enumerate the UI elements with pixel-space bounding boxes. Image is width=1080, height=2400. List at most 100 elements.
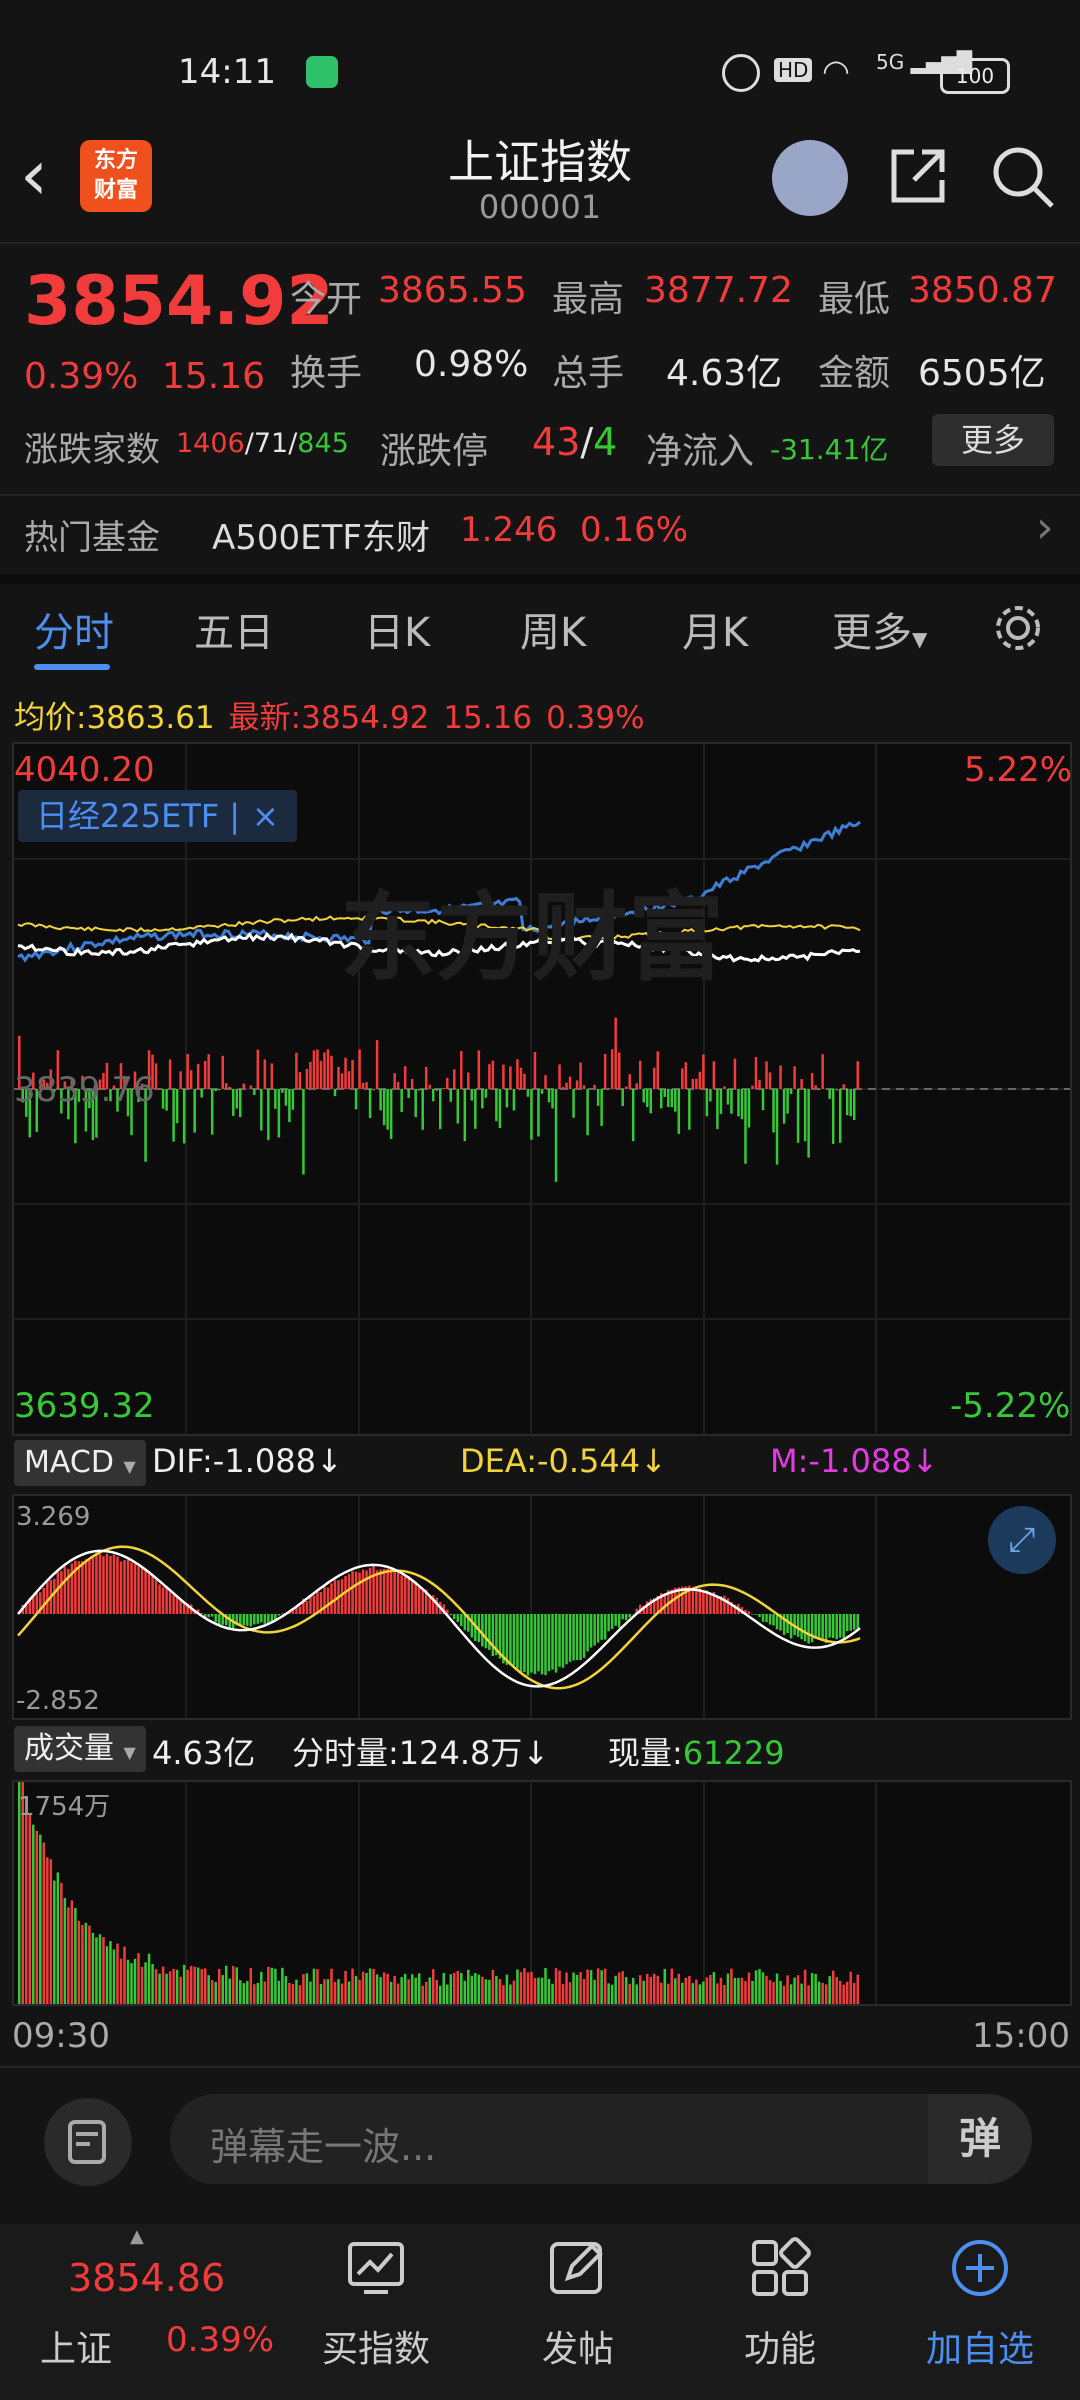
volume-bar-mark: [572, 1972, 575, 2004]
bar-mark: [260, 1089, 263, 1131]
bar-mark: [561, 1086, 565, 1089]
volume-bar-mark: [614, 1975, 617, 2004]
macd-bar-mark: [246, 1614, 249, 1626]
index-ticker[interactable]: 3854.86 上证 0.39%: [0, 2224, 290, 2400]
macd-bar-mark: [838, 1614, 842, 1638]
macd-bar-mark: [119, 1561, 123, 1614]
search-icon[interactable]: [990, 144, 1056, 210]
macd-dif: DIF:-1.088↓: [152, 1442, 343, 1480]
tab-more[interactable]: 更多▼: [832, 600, 927, 658]
bar-mark: [754, 1057, 758, 1089]
macd-bar-mark: [803, 1614, 807, 1642]
bar-mark: [624, 1086, 628, 1089]
bar-mark: [572, 1089, 575, 1118]
volume-bar-mark: [274, 1968, 277, 2004]
barrage-input[interactable]: 弹幕走一波... 弹: [170, 2094, 1032, 2184]
tab-daily-k[interactable]: 日K: [364, 600, 430, 658]
nav-functions[interactable]: 功能: [700, 2224, 860, 2400]
bar-mark: [586, 1089, 589, 1136]
volume-bar-mark: [740, 1977, 744, 2004]
bar-mark: [368, 1089, 372, 1119]
bar-mark: [730, 1089, 733, 1114]
bar-mark: [726, 1089, 730, 1105]
volume-bar-mark: [775, 1973, 779, 2004]
macd-bar-mark: [537, 1614, 540, 1672]
macd-select[interactable]: MACD ▼: [14, 1440, 146, 1486]
tab-monthly-k[interactable]: 月K: [682, 600, 748, 658]
volume-bar-mark: [505, 1974, 509, 2004]
compare-tag[interactable]: 日经225ETF | ×: [18, 790, 297, 842]
volume-bar-mark: [368, 1968, 372, 2004]
bar-mark: [323, 1052, 326, 1089]
volume-bar-mark: [568, 1982, 572, 2004]
macd-bar-mark: [530, 1614, 533, 1673]
volume-bar-mark: [375, 1974, 379, 2004]
volume-bar-mark: [267, 1966, 270, 2004]
nav-buy-index[interactable]: 买指数: [296, 2224, 456, 2400]
battery-charging-icon: [306, 56, 338, 88]
volume-bar-mark: [35, 1830, 39, 2004]
macd-bar-mark: [828, 1614, 831, 1638]
intraday-chart[interactable]: [12, 742, 1072, 1436]
volume-bar-mark: [263, 1981, 267, 2004]
macd-chart[interactable]: [12, 1494, 1072, 1720]
volume-select[interactable]: 成交量 ▼: [14, 1726, 146, 1772]
bar-mark: [765, 1061, 768, 1089]
bar-mark: [565, 1082, 568, 1089]
volume-bar-mark: [516, 1969, 519, 2004]
volume-bar-mark: [288, 1982, 291, 2004]
volume-bar-mark: [253, 1984, 256, 2004]
turnover-label: 换手: [290, 353, 363, 394]
volume-bar-mark: [796, 1975, 800, 2004]
nav-add-watchlist[interactable]: 加自选: [900, 2224, 1060, 2400]
tab-intraday[interactable]: 分时: [34, 600, 114, 658]
macd-bar-mark: [561, 1614, 565, 1668]
volume-bar-mark: [84, 1922, 88, 2004]
volume-bar-mark: [474, 1972, 477, 2004]
volume-chart[interactable]: [12, 1780, 1072, 2006]
settings-gear-icon[interactable]: [990, 600, 1046, 656]
comment-list-icon[interactable]: [44, 2098, 132, 2186]
intraday-info: 均价:3863.61 最新:3854.92 15.16 0.39%: [14, 700, 645, 736]
netflow-label: 净流入: [646, 431, 755, 472]
macd-bar-mark: [88, 1559, 91, 1614]
bar-mark: [319, 1060, 323, 1089]
volume-bar-mark: [852, 1982, 856, 2004]
bar-mark: [309, 1061, 312, 1089]
hot-fund-row[interactable]: 热门基金 A500ETF东财 1.246 0.16% ›: [0, 500, 1080, 570]
robot-assistant-icon[interactable]: [772, 140, 848, 216]
volume-bar-mark: [835, 1976, 838, 2004]
volume-bar-mark: [403, 1973, 407, 2004]
macd-bar-mark: [621, 1614, 624, 1620]
expand-icon[interactable]: ⤢: [988, 1506, 1056, 1574]
current-price: 3854.92: [24, 262, 334, 341]
barrage-toggle-icon[interactable]: 弹: [928, 2094, 1032, 2184]
tab-weekly-k[interactable]: 周K: [520, 600, 586, 658]
volume-bar-mark: [354, 1975, 358, 2004]
bar-mark: [744, 1089, 747, 1164]
bar-mark: [793, 1066, 796, 1089]
share-icon[interactable]: [886, 144, 950, 208]
bar-mark: [684, 1062, 688, 1089]
macd-bar-mark: [421, 1588, 424, 1614]
macd-bar-mark: [91, 1555, 95, 1614]
close-icon[interactable]: ×: [252, 797, 279, 835]
macd-bar-mark: [102, 1556, 105, 1614]
volume-bar-mark: [95, 1937, 98, 2004]
bar-mark: [653, 1067, 656, 1089]
volume-bar-mark: [326, 1979, 330, 2004]
amount-value: 6505亿: [918, 353, 1046, 394]
bar-mark: [417, 1089, 421, 1091]
macd-bar-mark: [379, 1569, 382, 1614]
bar-mark: [698, 1071, 702, 1089]
tab-five-day[interactable]: 五日: [194, 600, 274, 658]
more-quote-button[interactable]: 更多: [932, 414, 1054, 466]
volume-bar-mark: [32, 1824, 35, 2004]
nav-post[interactable]: 发帖: [498, 2224, 658, 2400]
macd-bar-mark: [277, 1614, 281, 1616]
dropdown-triangle-icon: ▼: [912, 627, 928, 651]
volume-bar-mark: [147, 1953, 151, 2004]
volume-bar-mark: [312, 1968, 316, 2004]
macd-bar-mark: [242, 1614, 246, 1626]
volume-bar-mark: [186, 1969, 189, 2004]
